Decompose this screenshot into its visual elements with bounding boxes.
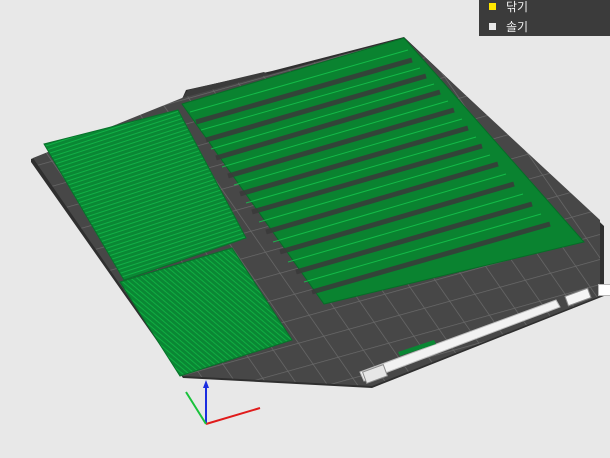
seam-color-swatch	[489, 22, 496, 30]
side-panel-edge[interactable]	[598, 284, 610, 296]
legend-item-seam: 솔기	[489, 16, 610, 36]
axis-gizmo	[185, 380, 261, 425]
3d-viewport[interactable]	[0, 0, 610, 458]
legend-panel: 닦기 솔기	[479, 0, 610, 36]
legend-item-wipe: 닦기	[489, 0, 610, 16]
legend-item-label: 닦기	[506, 0, 529, 14]
y-axis	[185, 391, 207, 425]
legend-item-label: 솔기	[506, 19, 529, 34]
x-axis	[205, 407, 261, 425]
wipe-color-swatch	[489, 2, 496, 10]
